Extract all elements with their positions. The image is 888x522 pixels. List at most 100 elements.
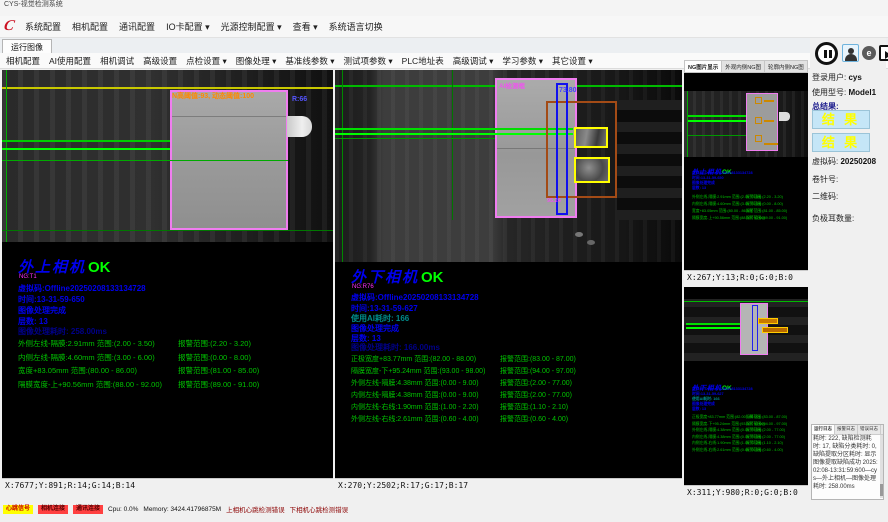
lower-camera-heartbeat: 下相机心跳检测错误	[290, 504, 349, 514]
alarm-range: 报警范围:(0.00 - 8.00)	[178, 352, 251, 363]
alarm-range: 报警范围:(0.00 - 8.00)	[746, 202, 783, 207]
info-button[interactable]: e	[862, 46, 876, 60]
measurement-value: 宽度+83.05mm 范围:(80.00 - 86.00)	[18, 365, 137, 376]
heartbeat-badge: 心跳信号	[3, 505, 33, 514]
log-tab-error[interactable]: 错误日志	[858, 425, 881, 434]
menu-view[interactable]: 查看 ▾	[293, 20, 318, 33]
tool-plc-address[interactable]: PLC地址表	[402, 55, 444, 67]
log-tab-alarm[interactable]: 报警日志	[835, 425, 858, 434]
user-button[interactable]	[842, 44, 859, 62]
alarm-range: 报警范围:(89.00 - 91.00)	[178, 379, 259, 390]
blue-width-bar	[752, 305, 758, 351]
center-elapsed-line: 图像处理耗时: 166.00ms	[351, 342, 440, 353]
upper-camera-heartbeat: 上相机心跳检测错误	[226, 504, 285, 514]
blue-width-bar	[556, 83, 568, 215]
tool-spot-check[interactable]: 点检设置 ▾	[186, 55, 227, 67]
measurement-value: 隔膜宽度-上+90.56mm 范围:(88.00 - 92.00)	[18, 379, 162, 390]
center-camera-viewport[interactable]: AI检测框 73.80 95.24 外下相机OK NG:R76 虚拟码:Offl…	[335, 70, 682, 478]
green-measure-line	[686, 323, 740, 325]
threshold-overlay-label: N高阈值:93, 动态阈值:100	[172, 91, 254, 101]
marker-label-dash	[764, 100, 774, 102]
comm-connect-badge: 通讯连接	[73, 505, 103, 514]
green-measure-line	[335, 138, 495, 139]
alarm-range: 报警范围:(2.00 - 77.00)	[500, 378, 572, 388]
tool-advanced-settings[interactable]: 高级设置	[143, 55, 177, 67]
alarm-range: 报警范围:(0.60 - 4.00)	[500, 414, 568, 424]
tool-ai-usage[interactable]: AI使用配置	[49, 55, 91, 67]
thumb-lower-viewport[interactable]: 外下相机OK 虚拟码:Offline20250208133134728 时间:1…	[684, 287, 808, 485]
bottom-status-bar: 心跳信号 相机连接 通讯连接 Cpu: 0.0% Memory: 3424.41…	[0, 503, 888, 515]
left-ng-tag: NG:T1	[19, 274, 37, 280]
center-ng-tag: NG:R76	[352, 284, 374, 290]
measurement-row: 内侧左线-右线:1.90mm 范围:(1.00 - 2.20) 报警范围:(1.…	[335, 402, 682, 414]
log-tab-run[interactable]: 运行日志	[812, 425, 835, 434]
menu-comm-config[interactable]: 通讯配置	[119, 20, 155, 33]
tool-camera-debug[interactable]: 相机调试	[100, 55, 134, 67]
camera-connect-badge: 相机连接	[38, 505, 68, 514]
tool-other-settings[interactable]: 其它设置 ▾	[552, 55, 593, 67]
alarm-range: 报警范围:(2.00 - 77.00)	[746, 435, 785, 440]
marker-box	[755, 117, 762, 124]
left-camera-viewport[interactable]: N高阈值:93, 动态阈值:100 R:66 外上相机OK NG:T1 虚拟码:…	[2, 70, 333, 478]
measurement-value: 外侧左线-隔膜:2.91mm 范围:(2.00 - 3.50)	[18, 338, 155, 349]
marker-label-dash	[764, 120, 774, 122]
thumb-upper-viewport[interactable]: 外上相机OK 虚拟码:Offline20250208133134728 时间:1…	[684, 73, 808, 270]
measurement-row: 内侧左线-隔膜:4.60mm 范围:(3.00 - 6.00) 报警范围:(0.…	[2, 352, 333, 366]
thumb-tab-outer-ng[interactable]: 外观内侧NG图	[722, 61, 765, 72]
thumb-tab-contour-ng[interactable]: 轮廓内侧NG图	[765, 61, 808, 72]
app-window: CYS-视觉检测系统 C 系统配置 相机配置 通讯配置 IO卡配置 ▾ 光源控制…	[0, 0, 888, 522]
tool-advanced-debug[interactable]: 高级调试 ▾	[453, 55, 494, 67]
menu-camera-config[interactable]: 相机配置	[72, 20, 108, 33]
thumb-lower-status-bar: X:311;Y:980;R:0;G:0;B:0	[684, 485, 808, 498]
center-camera-image: AI检测框 73.80 95.24	[335, 70, 682, 262]
center-camera-panel: AI检测框 73.80 95.24 外下相机OK NG:R76 虚拟码:Offl…	[335, 70, 682, 491]
barcode-label: 虚拟码:	[812, 157, 838, 166]
menu-light-config[interactable]: 光源控制配置 ▾	[221, 20, 282, 33]
log-scrollbar-thumb[interactable]	[880, 484, 883, 496]
roi-overlay-label: R:66	[292, 96, 307, 103]
log-box: 运行日志 报警日志 错误日志 耗时: 222, 缺陷检测耗时: 17, 缺陷分类…	[811, 424, 884, 500]
green-measure-line	[688, 120, 746, 122]
measurement-value: 内侧左线-右线:1.90mm 范围:(1.00 - 2.20)	[351, 402, 479, 412]
log-scrollbar[interactable]	[880, 435, 883, 498]
alarm-range: 报警范围:(0.60 - 4.00)	[746, 448, 783, 453]
left-measurements: 外侧左线-隔膜:2.91mm 范围:(2.00 - 3.50) 报警范围:(2.…	[2, 338, 333, 392]
green-measure-line	[335, 133, 573, 135]
green-vertical-line	[6, 70, 7, 242]
machine-dot	[587, 240, 595, 245]
tab-count-row: 负极耳数量:	[812, 213, 854, 224]
qrcode-row: 二维码:	[812, 191, 838, 202]
menu-io-config[interactable]: IO卡配置 ▾	[166, 20, 210, 33]
exit-button[interactable]	[879, 45, 888, 61]
measurement-row: 外侧左线-隔膜:2.91mm 范围:(2.00 - 3.50) 报警范围:(2.…	[2, 338, 333, 352]
tool-test-params[interactable]: 测试项参数 ▾	[344, 55, 393, 67]
alarm-range: 报警范围:(89.00 - 91.00)	[746, 216, 787, 221]
tool-camera-config[interactable]: 相机配置	[6, 55, 40, 67]
width-overlay-label: 73.80	[559, 87, 577, 94]
tool-baseline-params[interactable]: 基准线参数 ▾	[285, 55, 334, 67]
login-user-value: cys	[848, 73, 861, 82]
green-measure-line	[688, 115, 746, 117]
thumb-tab-ng-display[interactable]: NG图片显示	[685, 61, 722, 72]
green-measure-line	[2, 148, 170, 150]
menu-language-switch[interactable]: 系统语言切换	[329, 20, 383, 33]
thumb-lower-image	[684, 299, 808, 361]
pause-button[interactable]	[815, 42, 838, 65]
tab-run-image[interactable]: 运行图像	[2, 39, 52, 53]
yellow-reference-line	[2, 87, 333, 89]
barcode-value: 20250208	[840, 157, 876, 166]
machine-dot	[575, 232, 583, 237]
measurement-value: 隔膜宽度-下+95.24mm 范围:(93.00 - 98.00)	[351, 366, 485, 376]
alarm-chip	[762, 327, 788, 333]
center-verdict-ok: OK	[421, 269, 444, 286]
winder-row: 卷针号:	[812, 174, 838, 185]
green-top-line	[684, 301, 808, 302]
tool-image-processing[interactable]: 图像处理 ▾	[236, 55, 277, 67]
marker-box	[755, 135, 762, 142]
menu-system-config[interactable]: 系统配置	[25, 20, 61, 33]
result-indicator-1: 结 果	[812, 110, 870, 129]
tool-learning-params[interactable]: 学习参数 ▾	[502, 55, 543, 67]
measurement-row: 外侧左线-隔膜:4.38mm 范围:(0.00 - 9.00) 报警范围:(2.…	[335, 378, 682, 390]
view-tab-row: 运行图像	[0, 38, 888, 54]
left-time-line: 时间:13-31-59-650	[18, 294, 85, 305]
